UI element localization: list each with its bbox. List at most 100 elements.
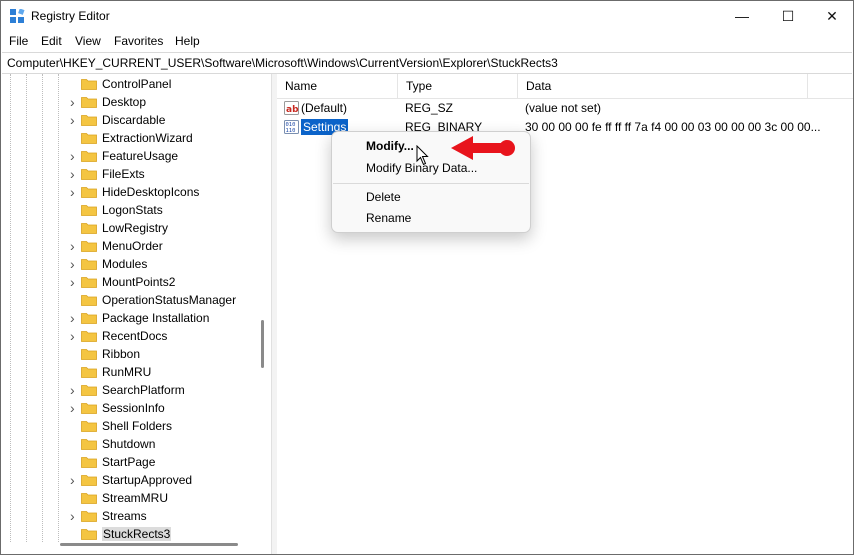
chevron-right-icon[interactable]: › [70,149,78,163]
folder-icon [81,331,97,342]
chevron-right-icon[interactable]: › [70,473,78,487]
tree-item[interactable]: OperationStatusManager [2,291,257,309]
tree-item-label: FeatureUsage [102,149,179,163]
folder-icon [81,475,97,486]
tree-item-label: Discardable [102,113,166,127]
tree-item[interactable]: › Modules [2,255,257,273]
column-header-name[interactable]: Name [277,74,398,98]
chevron-right-icon[interactable]: › [70,401,78,415]
folder-icon [81,79,97,90]
tree-item[interactable]: LogonStats [2,201,257,219]
tree-item[interactable]: ExtractionWizard [2,129,257,147]
svg-text:ab: ab [286,105,299,115]
value-data: (value not set) [525,101,602,115]
tree-item[interactable]: › MenuOrder [2,237,257,255]
tree-item[interactable]: ControlPanel [2,75,257,93]
folder-icon [81,115,97,126]
tree-item-label: ExtractionWizard [102,131,193,145]
folder-icon [81,313,97,324]
tree-item-label: Streams [102,509,147,523]
close-button[interactable]: ✕ [809,1,853,32]
tree-item[interactable]: › Streams [2,507,257,525]
folder-icon [81,205,97,216]
tree-item[interactable]: StartPage [2,453,257,471]
folder-icon [81,241,97,252]
tree-item[interactable]: LowRegistry [2,219,257,237]
tree-item-label: StartupApproved [102,473,193,487]
chevron-right-icon[interactable]: › [70,257,78,271]
chevron-right-icon[interactable]: › [70,185,78,199]
folder-icon [81,223,97,234]
tree-item[interactable]: StuckRects3 [2,525,257,543]
maximize-button[interactable]: ☐ [765,1,811,32]
tree-item[interactable]: › StartupApproved [2,471,257,489]
tree-vertical-scrollbar[interactable] [261,320,264,368]
chevron-right-icon[interactable]: › [70,275,78,289]
tree-item[interactable]: › MountPoints2 [2,273,257,291]
registry-editor-app-icon [10,9,25,23]
menu-file[interactable]: File [9,34,28,48]
minimize-button[interactable]: — [719,1,765,32]
column-header-type[interactable]: Type [398,74,518,98]
context-menu-separator [333,183,529,184]
tree-item[interactable]: › Desktop [2,93,257,111]
tree-item[interactable]: RunMRU [2,363,257,381]
title-bar: Registry Editor — ☐ ✕ [1,1,853,32]
chevron-right-icon[interactable]: › [70,239,78,253]
tree-horizontal-scrollbar[interactable] [60,543,238,546]
tree-item[interactable]: › SessionInfo [2,399,257,417]
tree-item-label: RecentDocs [102,329,168,343]
folder-icon [81,169,97,180]
chevron-right-icon[interactable]: › [70,167,78,181]
folder-icon [81,511,97,522]
chevron-right-icon[interactable]: › [70,509,78,523]
folder-icon [81,529,97,540]
chevron-right-icon[interactable]: › [70,329,78,343]
tree-item-label: Ribbon [102,347,141,361]
folder-icon [81,133,97,144]
registry-editor-window: Registry Editor — ☐ ✕ File Edit View Fav… [0,0,854,555]
context-menu-delete[interactable]: Delete [336,187,526,208]
window-title: Registry Editor [31,9,110,23]
folder-icon [81,403,97,414]
tree-item-label: HideDesktopIcons [102,185,200,199]
svg-text:110: 110 [286,128,296,134]
tree-item-label: SearchPlatform [102,383,185,397]
menu-bar: File Edit View Favorites Help [1,32,853,52]
tree-item[interactable]: › RecentDocs [2,327,257,345]
value-row-default[interactable]: ab (Default) REG_SZ (value not set) [277,99,853,117]
tree-item[interactable]: Shell Folders [2,417,257,435]
menu-edit[interactable]: Edit [41,34,62,48]
tree-item[interactable]: › SearchPlatform [2,381,257,399]
tree-item[interactable]: › HideDesktopIcons [2,183,257,201]
menu-view[interactable]: View [75,34,101,48]
address-path[interactable]: Computer\HKEY_CURRENT_USER\Software\Micr… [7,56,558,70]
chevron-right-icon[interactable]: › [70,113,78,127]
menu-favorites[interactable]: Favorites [114,34,163,48]
tree-item[interactable]: StreamMRU [2,489,257,507]
folder-icon [81,385,97,396]
tree-item-label: StreamMRU [102,491,169,505]
chevron-right-icon[interactable]: › [70,311,78,325]
folder-icon [81,295,97,306]
tree-item[interactable]: › Package Installation [2,309,257,327]
menu-help[interactable]: Help [175,34,200,48]
value-data: 30 00 00 00 fe ff ff ff 7a f4 00 00 03 0… [525,120,821,134]
tree-item[interactable]: Ribbon [2,345,257,363]
tree-item[interactable]: › FileExts [2,165,257,183]
tree-item-label: ControlPanel [102,77,172,91]
context-menu-rename[interactable]: Rename [336,208,526,229]
chevron-right-icon[interactable]: › [70,95,78,109]
address-bar[interactable]: Computer\HKEY_CURRENT_USER\Software\Micr… [2,52,852,74]
registry-key-tree[interactable]: ControlPanel › Desktop › Discardable Extracti… [2,74,271,554]
chevron-right-icon[interactable]: › [70,383,78,397]
tree-item-label: OperationStatusManager [102,293,237,307]
folder-icon [81,493,97,504]
tree-item[interactable]: › Discardable [2,111,257,129]
tree-item[interactable]: › FeatureUsage [2,147,257,165]
folder-icon [81,439,97,450]
column-header-data[interactable]: Data [518,74,808,98]
binary-value-icon: 010 110 [284,120,299,134]
tree-item-label: FileExts [102,167,145,181]
tree-item[interactable]: Shutdown [2,435,257,453]
